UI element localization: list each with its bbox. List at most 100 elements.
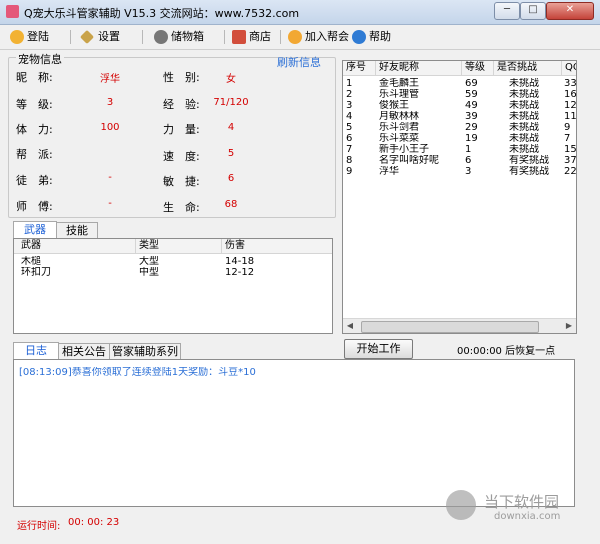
weapon-damage: 12-12 — [225, 267, 255, 278]
friend-qq: 22 — [564, 166, 577, 177]
stamina-value: 100 — [100, 122, 120, 133]
storage-button[interactable]: 储物箱 — [154, 29, 204, 45]
table-row[interactable]: 1 金毛麟王 69 未挑战 33 — [343, 78, 577, 89]
tab-skills[interactable]: 技能 — [56, 222, 98, 239]
nickname-label: 昵 称: — [16, 71, 53, 84]
friend-qq: 15 — [564, 144, 577, 155]
star-icon — [10, 30, 24, 44]
friends-table: 序号 好友昵称 等级 是否挑战 QQ 1 金毛麟王 69 未挑战 332乐斗理管59未挑… — [342, 60, 577, 334]
friend-level: 49 — [465, 100, 478, 111]
friend-index: 1 — [346, 78, 353, 89]
table-row[interactable]: 6 乐斗菜菜 19 未挑战 7 — [343, 133, 576, 144]
help-globe-icon — [352, 30, 366, 44]
friend-qq: 12 — [564, 100, 577, 111]
gender-label: 性 别: — [163, 71, 200, 84]
weapons-col-damage[interactable]: 伤害 — [222, 239, 330, 253]
tab-weapons[interactable]: 武器 — [13, 221, 57, 239]
join-guild-button[interactable]: 加入帮会 — [288, 29, 349, 45]
strength-label: 力 量: — [163, 123, 200, 136]
friend-level: 1 — [465, 144, 472, 155]
friend-qq: 11 — [564, 111, 577, 122]
level-value: 3 — [106, 97, 114, 108]
master-label: 师 傅: — [16, 200, 53, 213]
close-button[interactable]: ✕ — [546, 2, 594, 20]
toolbar-separator — [224, 30, 225, 44]
friend-challenge: 未挑战 — [509, 78, 539, 89]
friend-index: 5 — [346, 122, 353, 133]
friend-level: 69 — [465, 78, 478, 89]
window-title: Q宠大乐斗管家辅助 V15.3 交流网站：www.7532.com — [24, 7, 300, 20]
storage-label: 储物箱 — [171, 30, 204, 43]
settings-button[interactable]: 设置 — [79, 29, 120, 45]
join-guild-label: 加入帮会 — [305, 30, 349, 43]
guild-star-icon — [288, 30, 302, 44]
health-label: 生 命: — [163, 201, 200, 214]
scroll-right-icon[interactable]: ▶ — [562, 319, 576, 333]
tab-log[interactable]: 日志 — [13, 342, 59, 360]
tab-helper-series[interactable]: 管家辅助系列 — [109, 343, 181, 360]
pet-info-group-label: 宠物信息 — [16, 51, 64, 67]
experience-value: 71/120 — [213, 97, 249, 108]
friend-level: 59 — [465, 89, 478, 100]
table-row[interactable]: 2 乐斗理管 59 未挑战 16 — [343, 89, 577, 100]
app-icon — [6, 5, 19, 18]
friends-col-level[interactable]: 等级 — [462, 61, 494, 75]
friend-nickname: 金毛麟王 — [379, 78, 419, 89]
shop-button[interactable]: 商店 — [232, 29, 271, 45]
start-work-button[interactable]: 开始工作 — [344, 339, 413, 359]
help-button[interactable]: 帮助 — [352, 29, 391, 45]
table-row[interactable]: 4 月敏林林 39 未挑战 11 — [343, 111, 577, 122]
storage-box-icon — [154, 30, 168, 44]
wrench-icon — [79, 29, 95, 45]
friend-challenge: 未挑战 — [509, 100, 539, 111]
table-row[interactable]: 环扣刀 中型 12-12 — [14, 267, 332, 278]
friend-nickname: 乐斗剑君 — [379, 122, 419, 133]
friends-col-qq[interactable]: QQ — [562, 61, 576, 75]
login-button[interactable]: 登陆 — [10, 29, 49, 45]
weapons-table: 武器 类型 伤害 木槌 大型 14-18 环扣刀 中型 12-12 — [13, 238, 333, 334]
friends-table-header: 序号 好友昵称 等级 是否挑战 QQ — [343, 61, 576, 76]
minimize-button[interactable]: ─ — [494, 2, 520, 20]
health-value: 68 — [224, 199, 238, 210]
runtime-value: 00: 00: 23 — [68, 517, 120, 528]
gender-value: 女 — [226, 74, 236, 85]
refresh-info-link[interactable]: 刷新信息 — [277, 54, 321, 70]
help-label: 帮助 — [369, 30, 391, 43]
weapons-col-type[interactable]: 类型 — [136, 239, 222, 253]
toolbar-separator — [142, 30, 143, 44]
table-row[interactable]: 木槌 大型 14-18 — [14, 256, 332, 267]
weapon-type: 中型 — [139, 267, 159, 278]
shop-cart-icon — [232, 30, 246, 44]
runtime-label: 运行时间: — [17, 521, 61, 532]
table-row[interactable]: 8 名字叫啥好呢 6 有奖挑战 37 — [343, 155, 577, 166]
speed-value: 5 — [227, 148, 235, 159]
table-row[interactable]: 5 乐斗剑君 29 未挑战 9 — [343, 122, 576, 133]
agility-label: 敏 捷: — [163, 175, 200, 188]
friend-challenge: 未挑战 — [509, 133, 539, 144]
toolbar-separator — [70, 30, 71, 44]
toolbar: 登陆 设置 储物箱 商店 加入帮会 帮助 — [0, 25, 600, 50]
friend-qq: 33 — [564, 78, 577, 89]
settings-label: 设置 — [98, 30, 120, 43]
weapons-col-name[interactable]: 武器 — [18, 239, 136, 253]
weapons-table-header: 武器 类型 伤害 — [14, 239, 332, 254]
scrollbar-thumb[interactable] — [361, 321, 539, 333]
friend-challenge: 有奖挑战 — [509, 155, 549, 166]
tab-announcements[interactable]: 相关公告 — [58, 343, 110, 360]
log-panel[interactable]: [08:13:09]恭喜你领取了连续登陆1天奖励：斗豆*10 — [13, 359, 575, 507]
friend-level: 6 — [465, 155, 472, 166]
scroll-left-icon[interactable]: ◀ — [343, 319, 357, 333]
nickname-value: 浮华 — [100, 74, 120, 85]
guild-label: 帮 派: — [16, 148, 53, 161]
table-row[interactable]: 7 新手小王子 1 未挑战 15 — [343, 144, 577, 155]
table-row[interactable]: 9 浮华 3 有奖挑战 22 — [343, 166, 577, 177]
friends-col-index[interactable]: 序号 — [343, 61, 376, 75]
level-label: 等 级: — [16, 98, 53, 111]
maximize-button[interactable]: □ — [520, 2, 546, 20]
table-row[interactable]: 3 俊猴王 49 未挑战 12 — [343, 100, 577, 111]
friends-horizontal-scrollbar[interactable]: ◀ ▶ — [343, 318, 576, 333]
friends-col-challenge[interactable]: 是否挑战 — [494, 61, 562, 75]
friends-col-nickname[interactable]: 好友昵称 — [376, 61, 462, 75]
friend-nickname: 新手小王子 — [379, 144, 429, 155]
friend-index: 6 — [346, 133, 353, 144]
